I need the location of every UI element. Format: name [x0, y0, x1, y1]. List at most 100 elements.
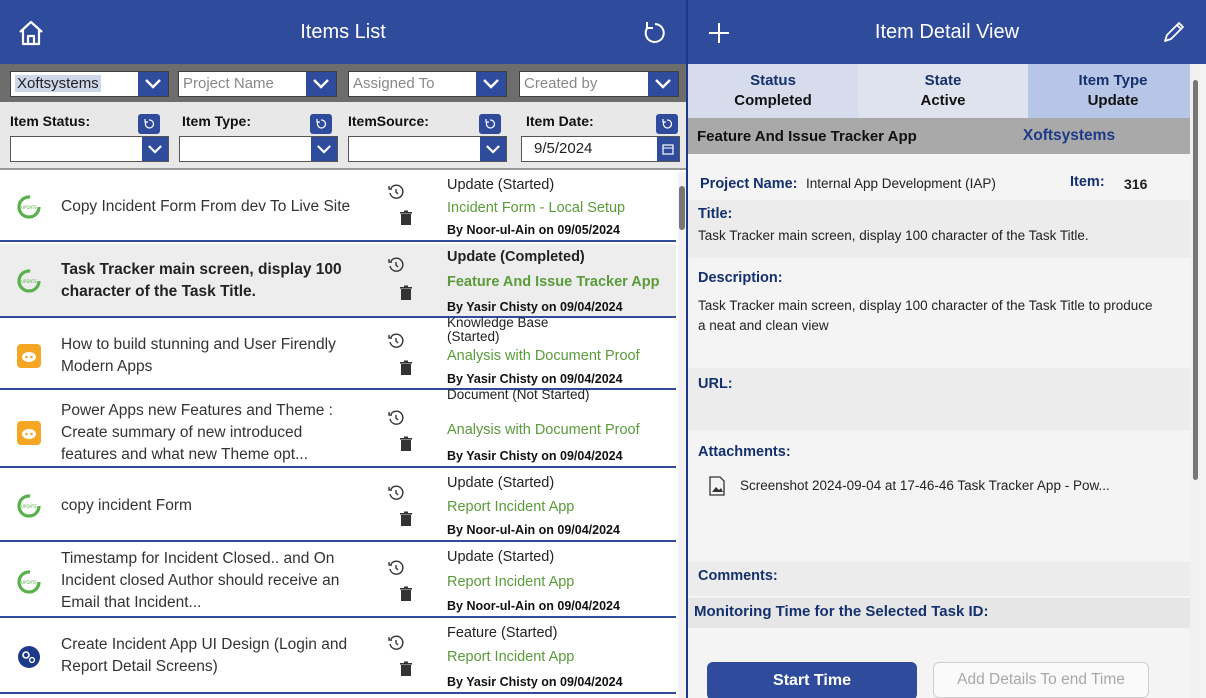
item-author: By Yasir Chisty on 09/04/2024 [447, 300, 623, 314]
company-select[interactable]: Xoftsystems [10, 71, 169, 97]
discord-icon [17, 344, 41, 368]
reset-status-button[interactable] [138, 114, 160, 134]
update-icon: UPDATE [17, 269, 41, 293]
chevron-down-icon[interactable] [648, 72, 678, 96]
history-icon[interactable] [387, 484, 405, 502]
history-icon[interactable] [387, 256, 405, 274]
edit-pencil-icon[interactable] [1156, 16, 1190, 50]
project-name-select[interactable]: Project Name [178, 71, 337, 97]
title-label: Title: [698, 206, 733, 222]
discord-icon [17, 421, 41, 445]
item-type-select[interactable] [179, 136, 338, 162]
attachment-item[interactable]: Screenshot 2024-09-04 at 17-46-46 Task T… [698, 476, 1180, 496]
item-status-select[interactable] [10, 136, 169, 162]
item-project: Analysis with Document Proof [447, 348, 640, 364]
item-project: Feature And Issue Tracker App [447, 274, 660, 290]
url-label: URL: [698, 376, 733, 392]
image-file-icon [708, 476, 726, 496]
description-value: Task Tracker main screen, display 100 ch… [698, 298, 1153, 333]
item-detail-header: Item Detail View [688, 0, 1206, 64]
update-icon: UPDATE [17, 494, 41, 518]
items-list-header: Items List [0, 0, 686, 64]
svg-text:UPDATE: UPDATE [21, 580, 37, 585]
item-type-status: Update (Started) [447, 475, 555, 491]
item-source-select[interactable] [348, 136, 507, 162]
trash-icon[interactable] [399, 511, 413, 527]
item-type-label: Item Type [1078, 72, 1148, 89]
list-item[interactable]: UPDATE Copy Incident Form From dev To Li… [0, 172, 676, 242]
reset-date-button[interactable] [656, 114, 678, 134]
chevron-down-icon[interactable] [142, 137, 168, 161]
chevron-down-icon[interactable] [306, 72, 336, 96]
item-author: By Noor-ul-Ain on 09/05/2024 [447, 223, 620, 237]
url-section: URL: [688, 368, 1190, 430]
created-by-select[interactable]: Created by [519, 71, 679, 97]
item-title: Create Incident App UI Design (Login and… [61, 636, 348, 675]
item-title: Task Tracker main screen, display 100 ch… [61, 261, 342, 300]
item-type-status: Update (Started) [447, 177, 555, 193]
reset-source-button[interactable] [479, 114, 501, 134]
item-date-value: 9/5/2024 [534, 140, 593, 157]
chevron-down-icon[interactable] [138, 72, 168, 96]
project-name-row: Project Name: Internal App Development (… [688, 174, 1190, 194]
trash-icon[interactable] [399, 210, 413, 226]
chevron-down-icon[interactable] [311, 137, 337, 161]
items-scrollbar[interactable] [678, 172, 686, 698]
project-company-bar: Feature And Issue Tracker App Xoftsystem… [688, 118, 1190, 154]
history-icon[interactable] [387, 332, 405, 350]
item-date-picker[interactable]: 9/5/2024 [521, 136, 680, 162]
item-title: copy incident Form [61, 497, 192, 514]
project-name-label: Project Name: [700, 176, 798, 192]
item-type-status: Update (Started) [447, 549, 555, 565]
item-title: Timestamp for Incident Closed.. and On I… [61, 550, 340, 611]
assigned-to-select[interactable]: Assigned To [348, 71, 507, 97]
trash-icon[interactable] [399, 436, 413, 452]
item-author: By Yasir Chisty on 09/04/2024 [447, 675, 623, 689]
svg-text:UPDATE: UPDATE [21, 205, 37, 210]
history-icon[interactable] [387, 183, 405, 201]
feature-icon [17, 645, 41, 669]
trash-icon[interactable] [399, 661, 413, 677]
item-type-label: Item Type: [182, 113, 251, 129]
description-label: Description: [698, 270, 783, 286]
status-cell: Status Completed [688, 64, 858, 118]
scrollbar-thumb[interactable] [1193, 80, 1198, 480]
list-item-selected[interactable]: UPDATE Task Tracker main screen, display… [0, 244, 676, 318]
item-project: Incident Form - Local Setup [447, 200, 626, 216]
update-icon: UPDATE [17, 195, 41, 219]
history-icon[interactable] [387, 559, 405, 577]
detail-scrollbar[interactable] [1190, 64, 1200, 698]
add-details-button[interactable]: Add Details To end Time [933, 662, 1149, 698]
list-item[interactable]: UPDATE copy incident Form Update (Starte… [0, 470, 676, 542]
list-item[interactable]: Power Apps new Features and Theme : Crea… [0, 388, 676, 468]
trash-icon[interactable] [399, 360, 413, 376]
item-author: By Yasir Chisty on 09/04/2024 [447, 372, 623, 386]
status-label: Status [750, 72, 796, 89]
scrollbar-thumb[interactable] [679, 186, 685, 230]
items-list-pane: Items List Xoftsystems Project Name Assi… [0, 0, 686, 698]
comments-label: Comments: [698, 568, 778, 584]
reset-type-button[interactable] [310, 114, 332, 134]
list-item[interactable]: How to build stunning and User Firendly … [0, 316, 676, 390]
trash-icon[interactable] [399, 586, 413, 602]
item-type-cell: Item Type Update [1028, 64, 1198, 118]
list-item[interactable]: Create Incident App UI Design (Login and… [0, 620, 676, 694]
item-date-label: Item Date: [526, 113, 594, 129]
chevron-down-icon[interactable] [480, 137, 506, 161]
list-item[interactable]: UPDATE Timestamp for Incident Closed.. a… [0, 544, 676, 618]
created-by-placeholder: Created by [524, 75, 598, 92]
item-project: Report Incident App [447, 499, 575, 515]
chevron-down-icon[interactable] [476, 72, 506, 96]
item-type-status: Update (Completed) [447, 249, 585, 265]
start-time-button[interactable]: Start Time [707, 662, 917, 698]
attachments-label: Attachments: [698, 444, 791, 460]
trash-icon[interactable] [399, 285, 413, 301]
item-type-status: Document (Not Started) [447, 387, 590, 402]
item-source-label: ItemSource: [348, 113, 429, 129]
attachments-section: Attachments: Screenshot 2024-09-04 at 17… [688, 436, 1190, 560]
history-icon[interactable] [387, 409, 405, 427]
item-project: Report Incident App [447, 574, 575, 590]
refresh-icon[interactable] [638, 16, 672, 50]
history-icon[interactable] [387, 634, 405, 652]
calendar-icon[interactable] [657, 137, 679, 161]
